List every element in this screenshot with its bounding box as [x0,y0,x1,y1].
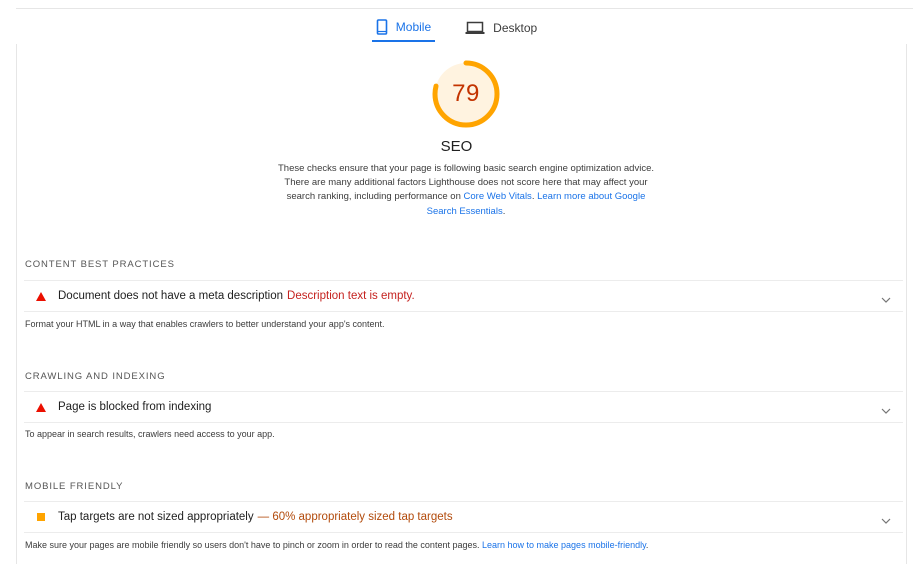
audit-display-value: — 60% appropriately sized tap targets [257,511,453,523]
audit-blocked-indexing[interactable]: Page is blocked from indexing [24,391,903,423]
group-title-mobile: MOBILE FRIENDLY [25,481,124,492]
group-description: Make sure your pages are mobile friendly… [25,540,649,550]
score-gauge: 79 [420,58,512,130]
tab-mobile-label: Mobile [395,20,432,34]
audit-meta-description[interactable]: Document does not have a meta descriptio… [24,280,903,312]
group-title-crawling: CRAWLING AND INDEXING [25,371,166,382]
mobile-friendly-link[interactable]: Learn how to make pages mobile-friendly [482,540,646,550]
core-web-vitals-link[interactable]: Core Web Vitals [464,191,532,202]
laptop-icon [465,21,485,35]
category-title: SEO [440,138,473,155]
audit-tap-targets[interactable]: Tap targets are not sized appropriately … [24,501,903,533]
device-tabs: Mobile Desktop [0,14,913,44]
chevron-down-icon[interactable] [881,291,891,309]
category-description: These checks ensure that your page is fo… [278,163,654,217]
score-value: 79 [452,80,480,107]
average-icon [37,513,45,521]
phone-icon [376,19,388,35]
group-title-content: CONTENT BEST PRACTICES [25,259,175,270]
group-description: Format your HTML in a way that enables c… [25,319,385,329]
audit-display-value: Description text is empty. [287,290,415,302]
right-border [906,44,907,564]
top-divider [16,8,913,9]
chevron-down-icon[interactable] [881,402,891,420]
tab-desktop[interactable]: Desktop [461,14,541,42]
audit-title: Page is blocked from indexing [58,401,212,413]
left-border [16,44,17,564]
audit-title: Document does not have a meta descriptio… [58,290,284,302]
tab-mobile[interactable]: Mobile [371,14,436,42]
group-description: To appear in search results, crawlers ne… [25,429,275,439]
chevron-down-icon[interactable] [881,512,891,530]
tab-desktop-label: Desktop [493,21,538,35]
audit-title: Tap targets are not sized appropriately [58,511,254,523]
group-description-text: Make sure your pages are mobile friendly… [25,540,480,550]
fail-icon [36,291,46,301]
fail-icon [36,402,46,412]
